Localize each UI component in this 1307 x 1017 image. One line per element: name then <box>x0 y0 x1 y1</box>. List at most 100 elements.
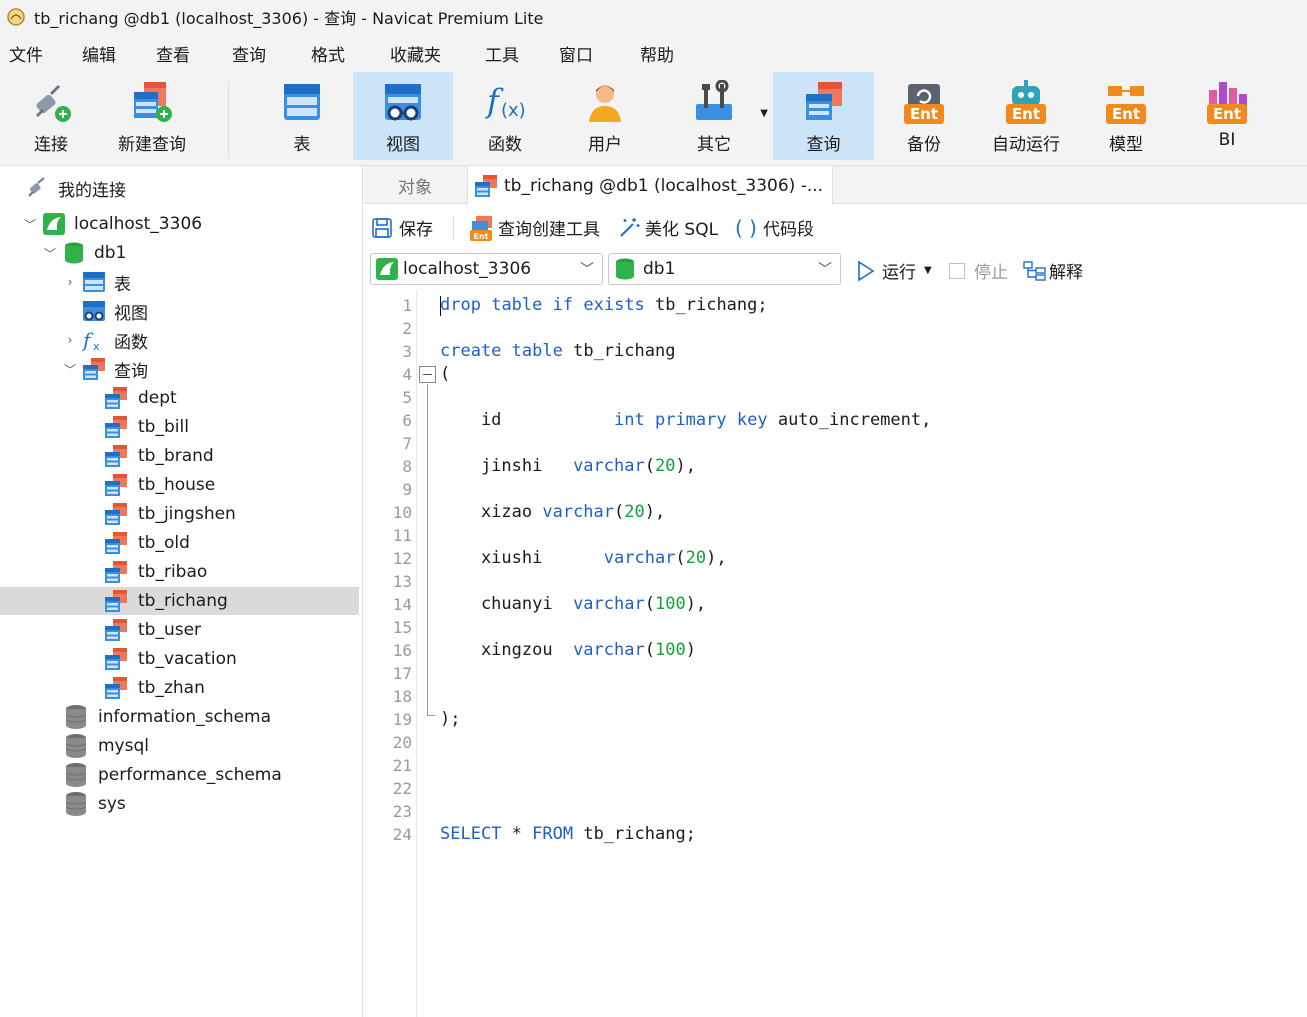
query-icon <box>105 474 127 496</box>
database-item-label: mysql <box>98 736 149 756</box>
database-gray-icon <box>65 763 87 787</box>
menu-window[interactable]: 窗口 <box>559 41 593 66</box>
new-query-button[interactable]: 新建查询 <box>104 72 200 160</box>
query-item-label: dept <box>138 388 177 408</box>
tree-database-db1[interactable]: ﹀ db1 <box>42 239 126 267</box>
backup-icon: Ent <box>904 84 944 124</box>
tree-query-item[interactable]: dept <box>104 384 177 412</box>
tree-query-item[interactable]: tb_brand <box>104 442 214 470</box>
tree-database-item[interactable]: performance_schema <box>64 761 282 789</box>
menu-format[interactable]: 格式 <box>311 41 345 66</box>
fold-collapse-icon[interactable] <box>419 366 436 383</box>
query-item-label: tb_zhan <box>138 678 205 698</box>
tree-query-item[interactable]: tb_ribao <box>104 558 207 586</box>
menu-view[interactable]: 查看 <box>156 41 190 66</box>
backup-button[interactable]: Ent 备份 <box>876 72 972 160</box>
chevron-down-icon[interactable]: ﹀ <box>42 245 58 261</box>
query-item-label: tb_house <box>138 475 216 495</box>
connection-tree: 我的连接 ﹀ localhost_3306 ﹀ db1 › 表 视图 › f x… <box>0 166 363 1017</box>
beautify-sql-label: 美化 SQL <box>645 220 719 240</box>
query-icon <box>105 677 127 699</box>
line-number: 9 <box>402 480 412 499</box>
line-number: 22 <box>392 779 412 798</box>
my-connections-header[interactable]: 我的连接 <box>26 174 126 202</box>
tree-query-item[interactable]: tb_old <box>104 529 190 557</box>
chevron-down-icon: ﹀ <box>580 262 594 278</box>
chevron-down-icon[interactable]: ﹀ <box>62 361 78 377</box>
functions-label: 函数 <box>114 332 148 353</box>
query-icon <box>105 416 127 438</box>
line-number: 6 <box>402 411 412 430</box>
tree-node-tables[interactable]: › 表 <box>62 268 131 296</box>
menu-help[interactable]: 帮助 <box>640 41 674 66</box>
tree-query-item[interactable]: tb_user <box>104 616 201 644</box>
code-snippet-button[interactable]: ( ) 代码段 <box>735 205 814 250</box>
model-button[interactable]: Ent 模型 <box>1078 72 1174 160</box>
run-dropdown-icon[interactable]: ▼ <box>924 265 932 276</box>
table-button[interactable]: 表 <box>252 72 352 160</box>
tree-connection-localhost[interactable]: ﹀ localhost_3306 <box>22 210 202 238</box>
menu-edit[interactable]: 编辑 <box>82 41 116 66</box>
tree-node-functions[interactable]: › f x 函数 <box>62 326 148 354</box>
connection-select[interactable]: localhost_3306 ﹀ <box>370 253 603 285</box>
run-button[interactable]: 运行 ▼ <box>856 258 932 283</box>
beautify-sql-button[interactable]: 美化 SQL <box>617 205 718 250</box>
tree-query-item[interactable]: tb_bill <box>104 413 189 441</box>
stop-button[interactable]: 停止 <box>949 258 1008 283</box>
line-number: 21 <box>392 756 412 775</box>
navicat-logo-icon <box>7 8 25 26</box>
tree-query-item[interactable]: tb_vacation <box>104 645 237 673</box>
query-icon <box>105 561 127 583</box>
tab-objects[interactable]: 对象 <box>364 166 466 204</box>
menu-tools[interactable]: 工具 <box>485 41 519 66</box>
line-number: 1 <box>402 296 412 315</box>
tree-database-item[interactable]: information_schema <box>64 703 271 731</box>
query-item-label: tb_brand <box>138 446 214 466</box>
connection-label: localhost_3306 <box>74 214 203 234</box>
other-button[interactable]: 其它 ▼ <box>660 72 768 160</box>
query-builder-button[interactable]: Ent 查询创建工具 <box>470 205 600 250</box>
query-icon <box>805 82 842 120</box>
chevron-right-icon[interactable]: › <box>62 332 78 348</box>
text-cursor <box>440 296 441 316</box>
explain-button[interactable]: 解释 <box>1023 258 1083 283</box>
database-green-icon <box>616 258 634 280</box>
line-number: 5 <box>402 388 412 407</box>
chevron-down-icon[interactable]: ﹀ <box>22 216 38 232</box>
query-item-label: tb_richang <box>138 591 228 611</box>
automation-button[interactable]: Ent 自动运行 <box>976 72 1076 160</box>
tree-query-item[interactable]: tb_zhan <box>104 674 205 702</box>
menu-query[interactable]: 查询 <box>232 41 266 66</box>
view-icon <box>385 84 421 121</box>
backup-label: 备份 <box>907 135 941 155</box>
bi-button[interactable]: Ent BI <box>1178 72 1276 160</box>
menu-file[interactable]: 文件 <box>9 41 43 66</box>
tree-node-views[interactable]: 视图 <box>82 297 148 325</box>
query-button[interactable]: 查询 <box>773 72 874 160</box>
view-button[interactable]: 视图 <box>353 72 453 160</box>
save-button[interactable]: 保存 <box>371 205 433 250</box>
table-icon <box>83 272 105 292</box>
table-label: 表 <box>293 135 311 155</box>
function-button[interactable]: f (x) 函数 <box>455 72 555 160</box>
tab-query-tb-richang[interactable]: tb_richang @db1 (localhost_3306) -... <box>467 166 833 205</box>
connect-button[interactable]: 连接 <box>0 72 102 160</box>
chevron-right-icon[interactable]: › <box>62 274 78 290</box>
svg-text:x: x <box>93 340 100 352</box>
model-icon: Ent <box>1106 86 1146 124</box>
tree-query-item[interactable]: tb_house <box>104 471 215 499</box>
user-button[interactable]: 用户 <box>556 72 654 160</box>
tree-database-item[interactable]: sys <box>64 790 126 818</box>
line-number: 3 <box>402 342 412 361</box>
tree-node-queries[interactable]: ﹀ 查询 <box>62 355 148 383</box>
tree-query-item[interactable]: tb_jingshen <box>104 500 236 528</box>
tree-query-item[interactable]: tb_richang <box>104 587 228 615</box>
tree-database-item[interactable]: mysql <box>64 732 149 760</box>
sql-editor[interactable]: 1 2 3 4 5 6 7 8 9 10 11 12 13 14 15 16 17 18 19 20 21 22 23 24 … <box>364 290 1307 1017</box>
other-dropdown-icon[interactable]: ▼ <box>760 108 768 119</box>
database-select[interactable]: db1 ﹀ <box>608 253 841 285</box>
window-title: tb_richang @db1 (localhost_3306) - 查询 - … <box>34 9 544 28</box>
menu-favorites[interactable]: 收藏夹 <box>390 41 441 66</box>
main-toolbar: 连接 新建查询 表 视图 f (x) 函数 用户 其它 ▼ 查询 Ent 备份 … <box>0 72 1307 166</box>
database-gray-icon <box>65 734 87 758</box>
